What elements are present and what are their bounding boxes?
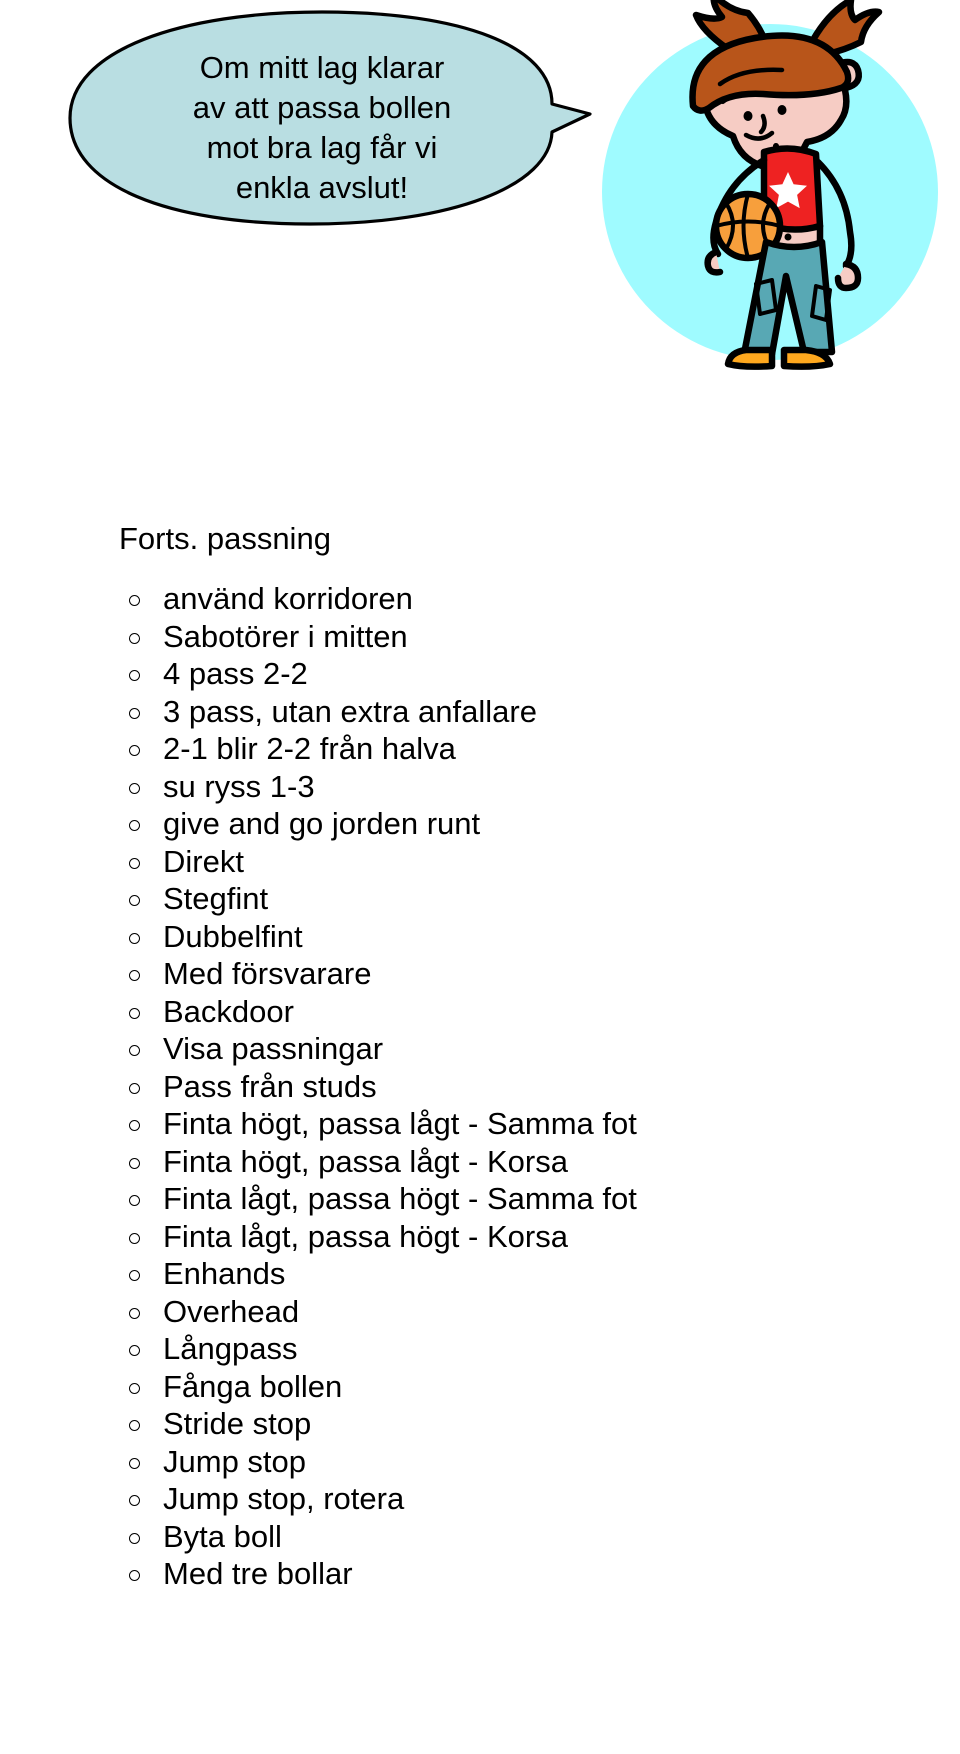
bullet-marker-icon — [129, 632, 140, 644]
list-item-label: Jump stop, rotera — [163, 1481, 405, 1516]
bullet-marker-icon — [129, 857, 140, 869]
list-item: 3 pass, utan extra anfallare — [0, 693, 960, 731]
list-item-label: Sabotörer i mitten — [163, 618, 408, 654]
bullet-marker-icon — [129, 1232, 140, 1244]
navel — [784, 233, 792, 241]
list-item-label: Overhead — [163, 1293, 300, 1329]
list-item: Sabotörer i mitten — [0, 618, 960, 656]
eye-right — [777, 105, 787, 115]
list-item: Finta lågt, passa högt - Samma fot — [0, 1180, 960, 1218]
list-item: Finta lågt, passa högt - Korsa — [0, 1218, 960, 1256]
list-item-label: Byta boll — [163, 1518, 282, 1554]
list-item: Visa passningar — [0, 1030, 960, 1068]
list-item-label: Finta lågt, passa högt - Korsa — [163, 1218, 568, 1254]
list-item: Fånga bollen — [0, 1368, 960, 1406]
bullet-marker-icon — [129, 820, 140, 831]
bullet-marker-icon — [129, 670, 140, 681]
bullet-marker-icon — [129, 1195, 140, 1206]
list-item-label: Visa passningar — [163, 1031, 384, 1066]
speech-bubble: Om mitt lag klarar av att passa bollen m… — [52, 8, 592, 230]
list-item-label: Enhands — [163, 1256, 286, 1291]
list-item: 2-1 blir 2-2 från halva — [0, 730, 960, 768]
list-item: Direkt — [0, 843, 960, 881]
bullet-marker-icon — [129, 707, 140, 719]
list-item: Enhands — [0, 1255, 960, 1293]
list-item: Finta högt, passa lågt - Korsa — [0, 1143, 960, 1181]
illustration-girl-with-basketball — [560, 0, 960, 394]
list-item-label: Med försvarare — [163, 956, 372, 991]
bullet-marker-icon — [129, 1457, 140, 1469]
bullet-marker-icon — [129, 1495, 140, 1506]
bullet-marker-icon — [129, 1382, 140, 1394]
list-item-label: Backdoor — [163, 993, 294, 1029]
bullet-marker-icon — [129, 595, 140, 606]
shoe-left — [724, 346, 776, 370]
list-item: Pass från studs — [0, 1068, 960, 1106]
list-item-label: Jump stop — [163, 1443, 307, 1479]
list-item-label: 2-1 blir 2-2 från halva — [163, 731, 456, 766]
list-item: Stride stop — [0, 1405, 960, 1443]
list-item: Långpass — [0, 1330, 960, 1368]
list-item: 4 pass 2-2 — [0, 655, 960, 693]
list-item-label: Finta lågt, passa högt - Samma fot — [163, 1181, 637, 1216]
list-item-label: su ryss 1-3 — [163, 768, 315, 804]
list-item: Byta boll — [0, 1518, 960, 1556]
speech-bubble-text: Om mitt lag klarar av att passa bollen m… — [192, 50, 452, 205]
list-item-label: 3 pass, utan extra anfallare — [163, 693, 537, 729]
list-item: Backdoor — [0, 993, 960, 1031]
list-item: Finta högt, passa lågt - Samma fot — [0, 1105, 960, 1143]
bullet-marker-icon — [129, 895, 140, 906]
bullet-marker-icon — [129, 970, 140, 981]
list-item: Jump stop, rotera — [0, 1480, 960, 1518]
list-item-label: Fånga bollen — [163, 1368, 343, 1404]
list-item: give and go jorden runt — [0, 805, 960, 843]
list-item: Dubbelfint — [0, 918, 960, 956]
bullet-marker-icon — [129, 782, 140, 794]
bullet-marker-icon — [129, 1420, 140, 1431]
list-item: Med försvarare — [0, 955, 960, 993]
shoe-right — [780, 346, 834, 370]
bullet-marker-icon — [129, 1532, 140, 1544]
list-item-label: Finta högt, passa lågt - Samma fot — [163, 1106, 637, 1141]
list-item-label: give and go jorden runt — [163, 806, 481, 841]
list-item-label: 4 pass 2-2 — [163, 656, 308, 691]
bullet-marker-icon — [129, 1570, 140, 1581]
bullet-marker-icon — [129, 1345, 140, 1356]
list-item-label: Med tre bollar — [163, 1556, 353, 1591]
list-item-label: Finta högt, passa lågt - Korsa — [163, 1143, 568, 1179]
content-area: Forts. passning använd korridoren Sabotör… — [0, 520, 960, 1593]
list-item-label: Stride stop — [163, 1406, 312, 1441]
list-item-label: Långpass — [163, 1331, 298, 1366]
list-item: Stegfint — [0, 880, 960, 918]
list-item: Jump stop — [0, 1443, 960, 1481]
list-item: su ryss 1-3 — [0, 768, 960, 806]
list-item-label: Direkt — [163, 843, 244, 879]
list-item-label: Dubbelfint — [163, 918, 303, 954]
page-title: Forts. passning — [119, 521, 331, 556]
bullet-marker-icon — [129, 1082, 140, 1094]
bullet-marker-icon — [129, 745, 140, 756]
bullet-list: använd korridoren Sabotörer i mitten 4 pas… — [0, 580, 960, 1593]
bullet-marker-icon — [129, 1307, 140, 1319]
list-item: använd korridoren — [0, 580, 960, 618]
list-item-label: Stegfint — [163, 881, 269, 916]
bullet-marker-icon — [129, 1007, 140, 1019]
bullet-marker-icon — [129, 1157, 140, 1169]
eye-left — [743, 111, 753, 121]
list-item: Overhead — [0, 1293, 960, 1331]
bullet-marker-icon — [129, 1270, 140, 1281]
bullet-marker-icon — [129, 1045, 140, 1056]
list-item-label: använd korridoren — [163, 581, 413, 616]
bullet-marker-icon — [129, 932, 140, 944]
list-item: Med tre bollar — [0, 1555, 960, 1593]
bullet-marker-icon — [129, 1120, 140, 1131]
list-item-label: Pass från studs — [163, 1068, 377, 1104]
